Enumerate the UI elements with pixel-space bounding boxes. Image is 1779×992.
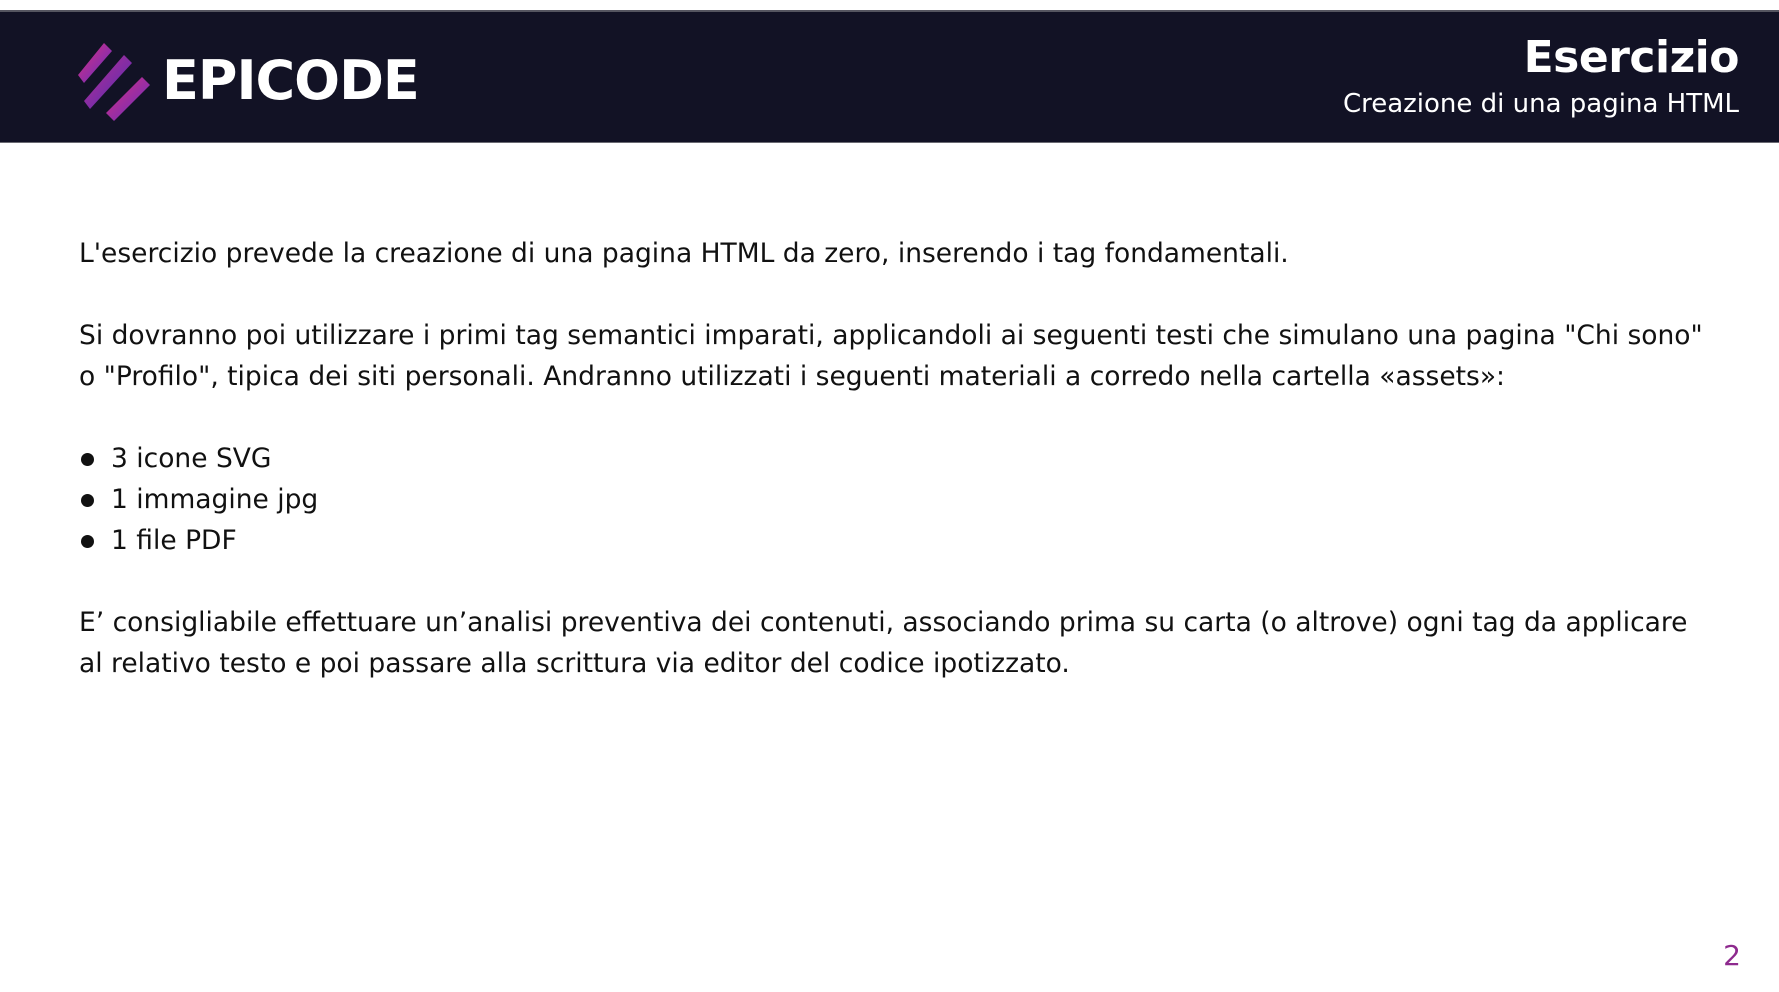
slide-subtitle: Creazione di una pagina HTML	[1342, 89, 1739, 120]
list-item: 3 icone SVG	[79, 438, 1719, 479]
bullet-icon	[81, 453, 94, 466]
bullet-icon	[81, 535, 94, 548]
epicode-logo-icon	[78, 43, 150, 121]
page-number: 2	[1723, 939, 1741, 972]
assets-list: 3 icone SVG 1 immagine jpg 1 file PDF	[79, 438, 1719, 561]
instructions-paragraph: Si dovranno poi utilizzare i primi tag s…	[79, 320, 1703, 392]
logo-text: EPICODE	[162, 49, 420, 112]
list-item-text: 1 file PDF	[111, 525, 237, 556]
header-titles: Esercizio Creazione di una pagina HTML	[1342, 32, 1740, 122]
header-bar: EPICODE Esercizio Creazione di una pagin…	[0, 10, 1779, 143]
list-item: 1 file PDF	[79, 520, 1719, 561]
list-item: 1 immagine jpg	[79, 479, 1719, 520]
advice-paragraph: E’ consigliabile effettuare un’analisi p…	[79, 607, 1688, 679]
intro-paragraph: L'esercizio prevede la creazione di una …	[79, 238, 1289, 269]
slide: EPICODE Esercizio Creazione di una pagin…	[0, 0, 1779, 992]
logo: EPICODE	[78, 40, 420, 122]
list-item-text: 3 icone SVG	[111, 443, 272, 474]
list-item-text: 1 immagine jpg	[111, 484, 319, 515]
slide-body: L'esercizio prevede la creazione di una …	[79, 233, 1719, 725]
bullet-icon	[81, 494, 94, 507]
slide-title: Esercizio	[1523, 32, 1740, 83]
